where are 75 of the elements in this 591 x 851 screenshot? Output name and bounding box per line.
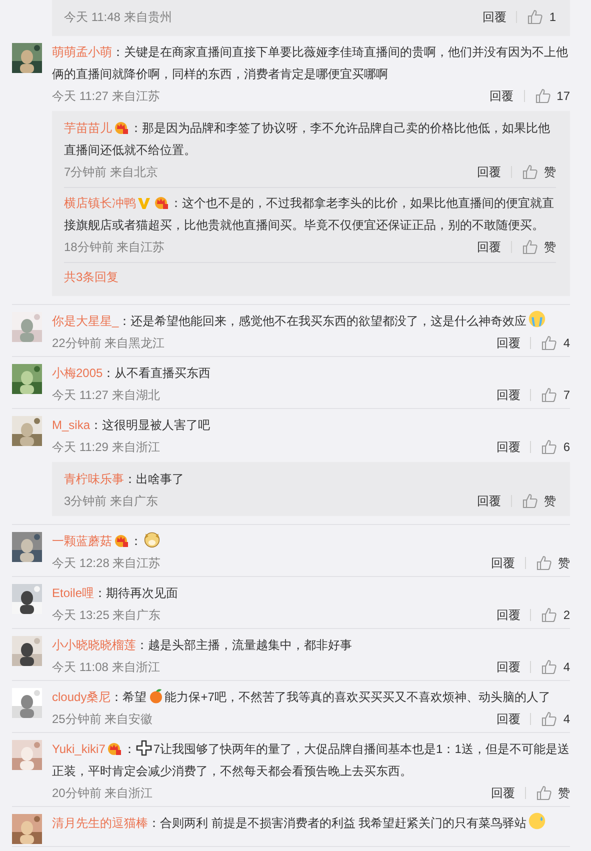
like-button[interactable]: 赞 <box>526 784 570 802</box>
reply-link[interactable]: 回覆 <box>490 90 525 102</box>
comment-meta: 22分钟前 来自黑龙江 <box>52 334 165 352</box>
like-button[interactable]: 2 <box>531 607 570 623</box>
like-button[interactable]: 赞 <box>512 492 556 510</box>
like-button[interactable]: 赞 <box>526 554 570 572</box>
reply-link[interactable]: 回覆 <box>477 241 512 253</box>
crown-badge-icon <box>113 532 129 548</box>
crying-emoji-icon <box>528 310 546 328</box>
comment-meta: 3分钟前 来自广东 <box>64 492 158 510</box>
comment-meta: 今天 11:08 来自浙江 <box>52 658 160 676</box>
reply-link[interactable]: 回覆 <box>496 441 532 453</box>
comment-text: Yuki_kiki7 ： 7让我囤够了快两年的量了，大促品牌自播间基本也是1：1送，但是不可能是送正装，平时肯定会减少消费了，不然每天都会看预告晚上去买东西。 <box>52 739 570 780</box>
thumbs-up-icon <box>534 88 551 104</box>
like-button[interactable]: 赞 <box>512 238 556 256</box>
comment-text: 青柠味乐事：出啥事了 <box>64 471 185 488</box>
tangerine-icon <box>148 688 164 704</box>
comment-text: 清月先生的逗猫棒：合则两利 前提是不损害消费者的利益 我希望赶紧关门的只有菜鸟驿站 <box>52 812 570 834</box>
thumbs-up-icon <box>541 387 558 403</box>
comment-meta: 20分钟前 来自浙江 <box>52 784 153 802</box>
comment-meta: 今天 11:27 来自湖北 <box>52 386 160 404</box>
thumbs-up-icon <box>522 239 538 255</box>
thumbs-up-icon <box>536 555 552 571</box>
reply-link[interactable]: 回覆 <box>496 389 532 401</box>
reply-link[interactable]: 回覆 <box>477 166 512 178</box>
thumbs-up-icon <box>522 164 538 180</box>
thumbs-up-icon <box>541 711 558 727</box>
reply-link[interactable]: 回覆 <box>491 557 526 569</box>
thumbs-up-icon <box>522 493 538 509</box>
reply-link[interactable]: 回覆 <box>496 337 532 349</box>
reply-link[interactable]: 回覆 <box>496 713 532 725</box>
comment-text: Etoile哩：期待再次见面 <box>52 585 180 602</box>
cross-icon <box>136 740 152 756</box>
comment-meta: 25分钟前 来自安徽 <box>52 710 153 728</box>
thumbs-up-icon <box>527 9 544 25</box>
comment-text: 萌萌孟小萌：关键是在商家直播间直接下单要比薇娅李佳琦直播间的贵啊，他们并没有因为不上他俩的直播间就降价啊，同样的东西，消费者肯定是哪便宜买哪啊 <box>52 44 569 83</box>
comment-text: M_sika：这很明显被人害了吧 <box>52 417 212 434</box>
reply-link[interactable]: 回覆 <box>482 11 518 23</box>
comment-meta: 今天 13:25 来自广东 <box>52 606 161 624</box>
thumbs-up-icon <box>541 335 558 351</box>
like-button[interactable]: 赞 <box>512 164 556 180</box>
like-button[interactable]: 4 <box>531 711 570 727</box>
like-button[interactable]: 4 <box>531 335 570 351</box>
comment-text: 芋苗苗儿 ：那是因为品牌和李签了协议呀，李不允许品牌自己卖的价格比他低，如果比他直播间还低就不给位置。 <box>64 118 551 159</box>
dog-emoji-icon <box>143 530 161 548</box>
comment-meta: 18分钟前 来自江苏 <box>64 238 165 256</box>
like-button[interactable]: 1 <box>517 9 556 25</box>
comment-meta: 今天 11:48 来自贵州 <box>64 8 172 26</box>
like-button[interactable]: 6 <box>531 439 570 455</box>
reply-link[interactable]: 回覆 <box>491 787 526 799</box>
verified-badge-icon <box>137 196 151 210</box>
sweat-emoji-icon <box>528 812 546 830</box>
comment-meta: 7分钟前 来自北京 <box>64 164 158 180</box>
comment-text: 你是大星星_：还是希望他能回来，感觉他不在我买东西的欲望都没了，这是什么神奇效应 <box>52 310 570 332</box>
crown-badge-icon <box>106 740 122 756</box>
comment-text: cloudy桑尼：希望 能力保+7吧，不然苦了我等真的喜欢买买买又不喜欢烦神、动头脑的人了 <box>52 687 552 706</box>
comment-meta: 今天 11:29 来自浙江 <box>52 438 160 456</box>
reply-link[interactable]: 回覆 <box>496 661 532 673</box>
comment-meta: 今天 12:28 来自江苏 <box>52 554 161 572</box>
like-button[interactable]: 17 <box>524 88 570 104</box>
comment-text: 一颗蓝蘑菇 ： <box>52 530 570 552</box>
thumbs-up-icon <box>541 659 558 675</box>
like-button[interactable]: 7 <box>531 387 570 403</box>
comment-meta: 今天 11:27 来自江苏 <box>52 88 160 104</box>
like-button[interactable]: 4 <box>531 659 570 675</box>
thumbs-up-icon <box>541 439 558 455</box>
crown-badge-icon <box>113 119 129 135</box>
reply-link[interactable]: 回覆 <box>496 609 532 621</box>
comment-text: 横店镇长冲鸭 ：这个也不是的，不过我都拿老李头的比价，如果比他直播间的便宜就直接旗舰店或者猫超买，比他贵就他直播间买。毕竟不仅便宜还保证正品，别的不敢随便买。 <box>64 193 555 234</box>
comment-text: 小梅2005：从不看直播买东西 <box>52 365 212 382</box>
reply-link[interactable]: 回覆 <box>477 495 512 507</box>
comment-text: 小小晓晓晓榴莲：越是头部主播，流量越集中，都非好事 <box>52 637 353 654</box>
thumbs-up-icon <box>541 607 558 623</box>
crown-badge-icon <box>153 194 169 210</box>
thumbs-up-icon <box>536 785 552 801</box>
